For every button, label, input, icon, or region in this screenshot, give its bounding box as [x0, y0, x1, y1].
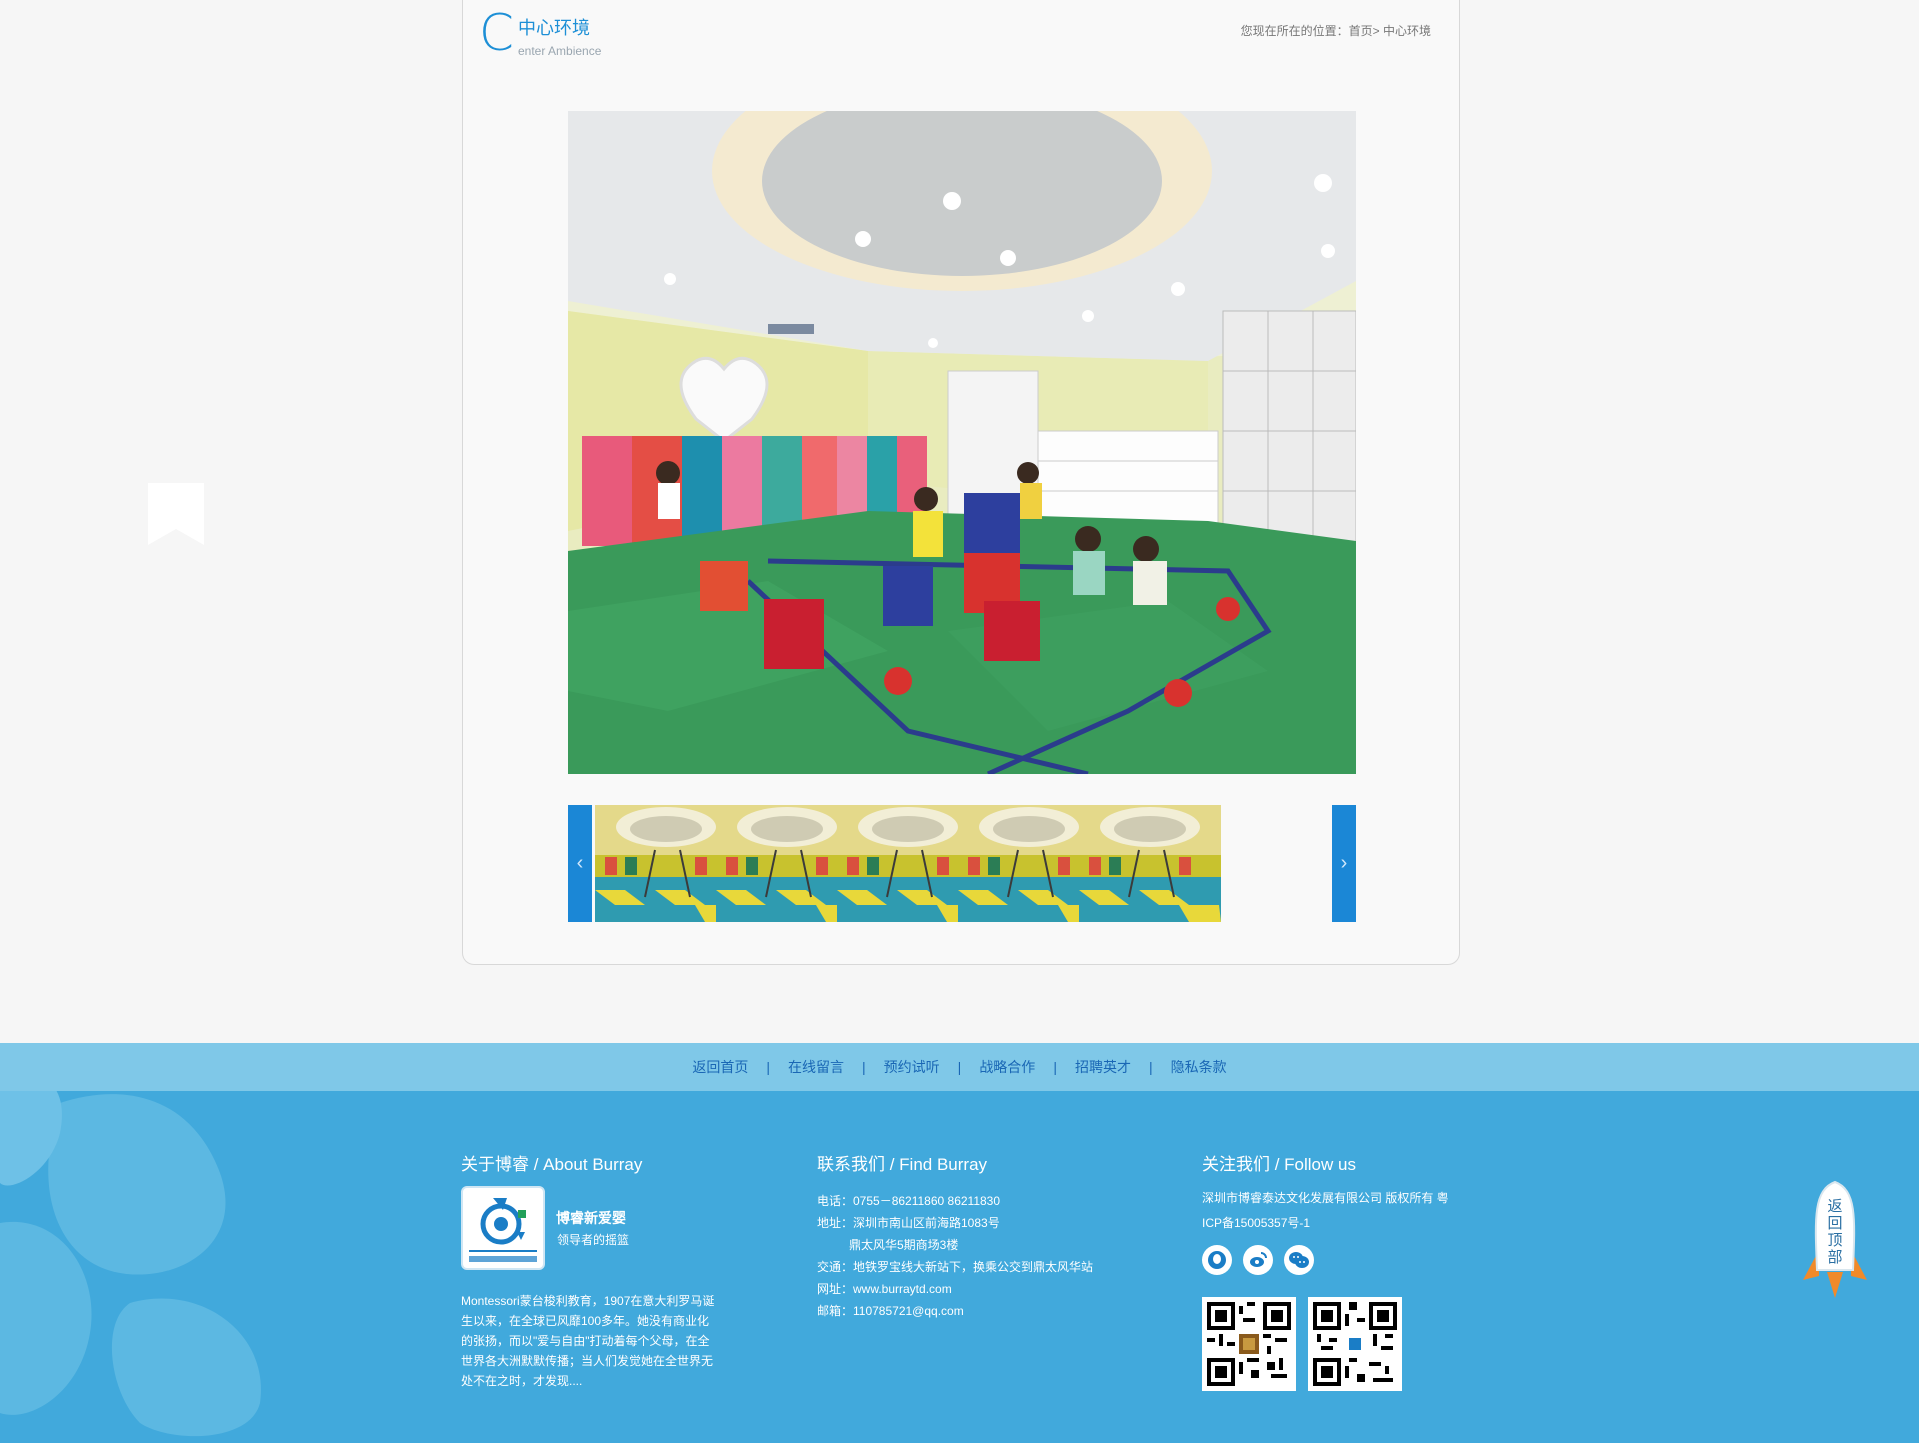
- footer-nav-separator: |: [1148, 1059, 1153, 1075]
- copyright-text: 深圳市博睿泰达文化发展有限公司 版权所有 粤ICP备15005357号-1: [1202, 1191, 1449, 1230]
- chevron-left-icon: ‹: [576, 852, 584, 874]
- back-to-top-label: 返回顶部: [1827, 1198, 1843, 1266]
- contact-email[interactable]: 邮箱：110785721@qq.com: [817, 1300, 1093, 1322]
- brand-slogan: 领导者的摇篮: [557, 1233, 630, 1247]
- footer-link-jobs[interactable]: 招聘英才: [1071, 1057, 1135, 1077]
- footer-nav-separator: |: [1053, 1059, 1057, 1075]
- qr-code-icon: [1207, 1302, 1291, 1386]
- contact-transport: 交通：地铁罗宝线大新站下，换乘公交到鼎太风华站: [817, 1260, 1094, 1274]
- footer-contact: 联系我们 / Find Burray 电话：0755－86211860 8621…: [817, 1150, 1137, 1318]
- footer-link-privacy[interactable]: 隐私条款: [1167, 1057, 1231, 1077]
- contact-phone: 电话：0755－86211860 86211830: [817, 1194, 1001, 1208]
- site-footer: 返回首页 | 在线留言 | 预约试听 | 战略合作 | 招聘英才 | 隐私条款 …: [0, 1043, 1919, 1443]
- breadcrumb-prefix: 您现在所在的位置：: [1240, 24, 1349, 38]
- footer-link-trial[interactable]: 预约试听: [880, 1057, 944, 1077]
- contact-heading: 联系我们 / Find Burray: [817, 1155, 988, 1174]
- contact-website[interactable]: 网址：www.burraytd.com: [817, 1278, 1093, 1300]
- chevron-right-icon: ›: [1340, 852, 1348, 874]
- about-heading: 关于博睿 / About Burray: [461, 1155, 643, 1174]
- bookmark-icon[interactable]: [148, 483, 204, 545]
- qr-code-2: [1308, 1297, 1402, 1391]
- footer-follow: 关注我们 / Follow us 深圳市博睿泰达文化发展有限公司 版权所有 粤I…: [1202, 1150, 1462, 1391]
- footer-nav: 返回首页 | 在线留言 | 预约试听 | 战略合作 | 招聘英才 | 隐私条款: [0, 1043, 1919, 1091]
- weibo-icon: [1250, 1252, 1267, 1267]
- classroom-photo: [568, 111, 1356, 774]
- footer-link-home[interactable]: 返回首页: [688, 1057, 752, 1077]
- breadcrumb-home-link[interactable]: 首页: [1349, 24, 1373, 38]
- content-card: C 中心环境 enter Ambience 您现在所在的位置：首页> 中心环境: [462, 0, 1460, 965]
- breadcrumb: 您现在所在的位置：首页> 中心环境: [1241, 22, 1431, 39]
- thumbnail-5[interactable]: [1079, 805, 1221, 922]
- contact-details: 电话：0755－86211860 86211830 地址：深圳市南山区前海路10…: [817, 1190, 1093, 1322]
- brand-name: 博睿新爱婴: [556, 1210, 626, 1226]
- qr-code-1: [1202, 1297, 1296, 1391]
- weibo-button[interactable]: [1243, 1245, 1273, 1275]
- about-intro: Montessori蒙台梭利教育，1907在意大利罗马诞生以来，在全球已风靡10…: [461, 1294, 715, 1388]
- footer-nav-separator: |: [766, 1059, 771, 1075]
- footer-link-message[interactable]: 在线留言: [784, 1057, 848, 1077]
- contact-address: 地址：深圳市南山区前海路1083号: [817, 1216, 1000, 1230]
- section-title: 中心环境: [518, 18, 590, 38]
- qr-code-icon: [1313, 1302, 1397, 1386]
- contact-address-line2: 鼎太风华5期商场3楼: [849, 1238, 959, 1252]
- footer-link-partner[interactable]: 战略合作: [975, 1057, 1039, 1077]
- flower-decoration: [0, 1075, 261, 1437]
- wechat-button[interactable]: [1284, 1245, 1314, 1275]
- thumbnail-image: [1079, 805, 1221, 922]
- section-initial: C: [479, 4, 514, 62]
- section-subtitle: enter Ambience: [518, 44, 602, 58]
- main-photo: [568, 111, 1356, 774]
- footer-about: 关于博睿 / About Burray 博睿新爱婴 领导者的摇篮 Montess…: [461, 1150, 721, 1388]
- carousel-prev-button[interactable]: ‹: [568, 805, 592, 922]
- footer-nav-separator: |: [862, 1059, 866, 1075]
- thumbnail-carousel: ‹ ›: [568, 805, 1356, 922]
- follow-heading: 关注我们 / Follow us: [1202, 1155, 1356, 1174]
- qq-button[interactable]: [1202, 1245, 1232, 1275]
- qq-icon: [1208, 1251, 1226, 1269]
- back-to-top-button[interactable]: 返回顶部: [1797, 1180, 1873, 1310]
- footer-nav-separator: |: [957, 1059, 962, 1075]
- wechat-icon: [1289, 1252, 1309, 1268]
- breadcrumb-current: 中心环境: [1382, 24, 1431, 38]
- burray-logo-icon: [469, 1198, 537, 1262]
- breadcrumb-separator: >: [1372, 24, 1383, 38]
- brand-logo: [461, 1186, 545, 1270]
- carousel-next-button[interactable]: ›: [1332, 805, 1356, 922]
